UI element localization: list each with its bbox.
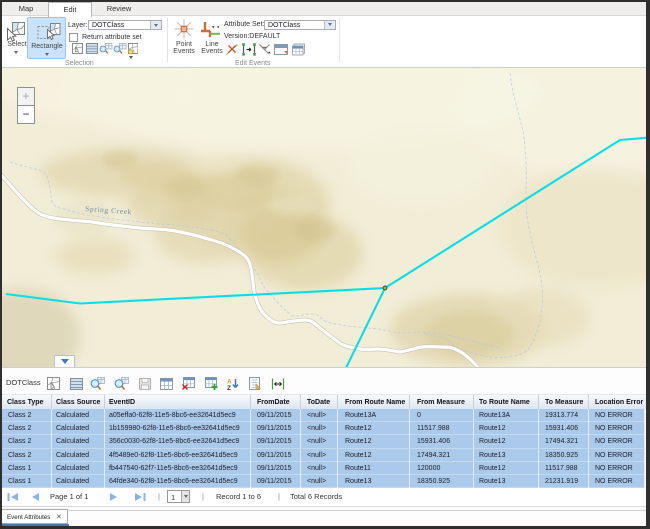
svg-text:Z: Z — [227, 385, 231, 391]
